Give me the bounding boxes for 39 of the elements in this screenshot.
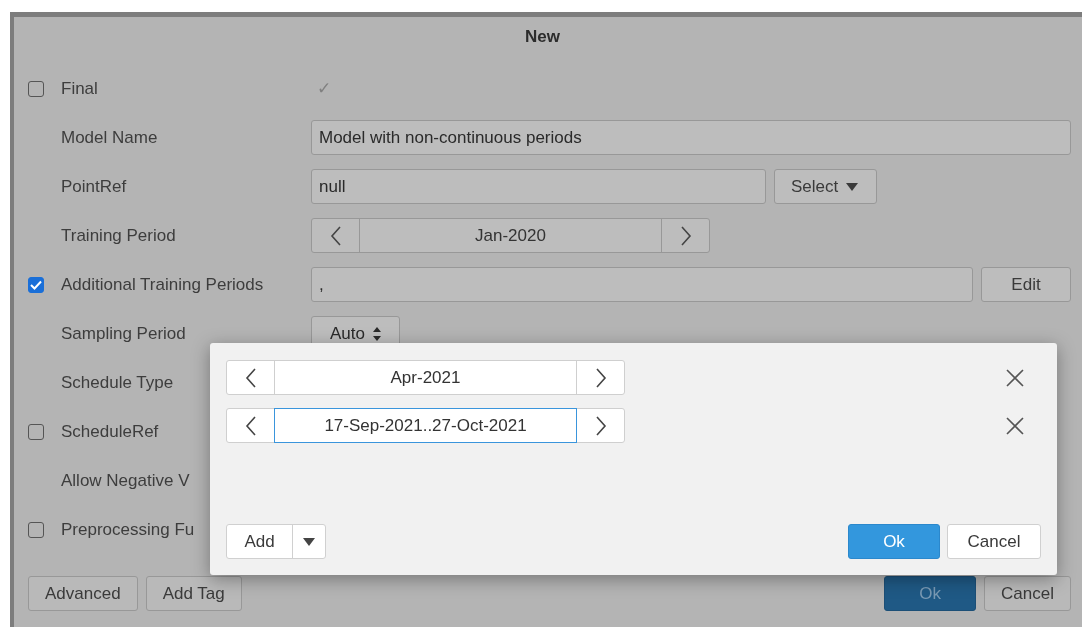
checkmark-icon — [30, 279, 42, 290]
caret-down-icon — [846, 182, 859, 191]
chevron-left-icon — [244, 415, 257, 436]
text-field[interactable]: null — [311, 169, 766, 204]
text-field[interactable]: , — [311, 267, 973, 302]
checkbox[interactable] — [28, 276, 44, 293]
close-icon — [1006, 368, 1024, 387]
close-icon — [1006, 416, 1024, 435]
chevron-right-icon — [594, 415, 607, 436]
caret-down-icon — [303, 537, 315, 546]
dialog-title: New — [525, 27, 560, 48]
checkbox[interactable] — [28, 80, 44, 97]
period-field[interactable]: 17-Sep-2021..27-Oct-2021 — [274, 408, 577, 443]
field-label: Schedule Type — [61, 372, 174, 392]
field-label: ScheduleRef — [61, 421, 159, 441]
checkbox[interactable] — [28, 423, 44, 440]
footer-button[interactable]: Add Tag — [145, 576, 242, 611]
field-label: Additional Training Periods — [61, 274, 264, 294]
chevron-right-icon — [679, 225, 692, 246]
footer-button[interactable]: Advanced — [28, 576, 138, 611]
field-label: Model Name — [61, 127, 158, 147]
tick-mark: ✓ — [317, 78, 331, 99]
checkbox[interactable] — [28, 521, 44, 538]
chevron-left-icon — [244, 367, 257, 388]
cancel-button[interactable]: Cancel — [947, 524, 1041, 559]
field-label: PointRef — [61, 176, 127, 196]
field-label: Final — [61, 78, 98, 98]
select-button[interactable]: Select — [774, 169, 877, 204]
field-label: Allow Negative V — [61, 470, 190, 490]
cancel-button[interactable]: Cancel — [984, 576, 1071, 611]
chevron-left-icon — [329, 225, 342, 246]
chevron-right-icon — [594, 367, 607, 388]
select-label: Select — [791, 176, 839, 197]
text-field[interactable]: Model with non-continuous periods — [311, 120, 1071, 155]
up-down-arrows-icon — [373, 326, 381, 341]
field-label: Training Period — [61, 225, 176, 245]
field-label: Sampling Period — [61, 323, 186, 343]
field-label: Preprocessing Fu — [61, 519, 195, 539]
edit-button[interactable]: Edit — [981, 267, 1071, 302]
